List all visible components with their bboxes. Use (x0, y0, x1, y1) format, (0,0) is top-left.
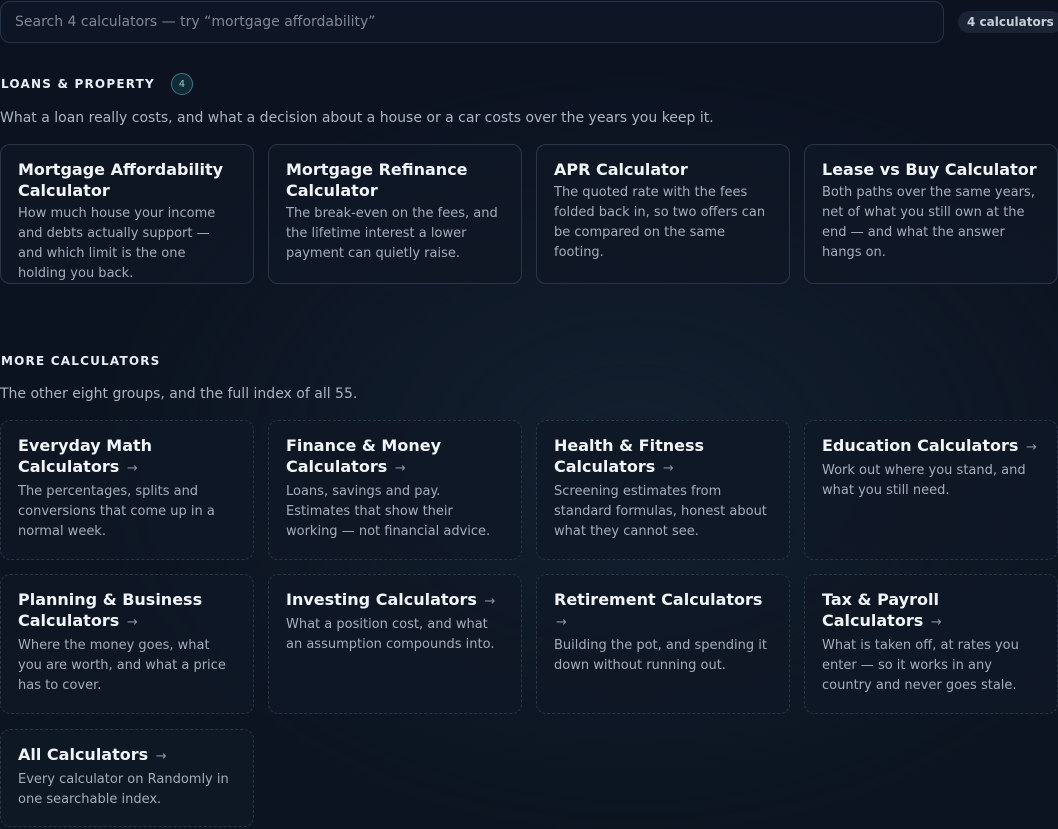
card-title-text: All Calculators (18, 745, 149, 764)
arrow-right-icon: → (930, 615, 942, 630)
card-everyday-math[interactable]: Everyday Math Calculators → The percenta… (0, 420, 254, 560)
card-title-text: Planning & Business Calculators (18, 590, 203, 630)
card-description: Every calculator on Randomly in one sear… (18, 772, 229, 807)
card-title-text: Tax & Payroll Calculators (822, 590, 939, 630)
card-title-text: Retirement Calculators (554, 590, 763, 609)
card-title-text: Education Calculators (822, 436, 1019, 455)
arrow-right-icon: → (556, 615, 567, 630)
card-description: What is taken off, at rates you enter — … (822, 638, 1019, 693)
arrow-right-icon: → (126, 461, 138, 476)
search-input[interactable] (1, 2, 943, 42)
card-title: Investing Calculators → (286, 589, 504, 612)
loans-section-title: LOANS & PROPERTY (1, 77, 155, 91)
result-count-badge: 4 calculators (958, 11, 1058, 33)
arrow-right-icon: → (126, 615, 138, 630)
card-title: APR Calculator (554, 160, 688, 179)
card-title: Tax & Payroll Calculators → (822, 589, 1040, 633)
card-planning-business[interactable]: Planning & Business Calculators → Where … (0, 574, 254, 714)
card-title: Mortgage Affordability Calculator (18, 160, 224, 200)
card-description: Building the pot, and spending it down w… (554, 638, 767, 673)
card-title: All Calculators → (18, 744, 236, 767)
card-description: The quoted rate with the fees folded bac… (554, 185, 766, 260)
more-section-title: MORE CALCULATORS (1, 354, 161, 368)
card-tax-payroll[interactable]: Tax & Payroll Calculators → What is take… (804, 574, 1058, 714)
loans-section-description: What a loan really costs, and what a dec… (0, 110, 714, 126)
card-description: How much house your income and debts act… (18, 206, 216, 281)
arrow-right-icon: → (155, 749, 167, 764)
search-box[interactable] (0, 1, 944, 43)
card-all-calculators[interactable]: All Calculators → Every calculator on Ra… (0, 729, 254, 827)
card-health-fitness[interactable]: Health & Fitness Calculators → Screening… (536, 420, 790, 560)
card-title: Education Calculators → (822, 435, 1040, 458)
card-description: Loans, savings and pay. Estimates that s… (286, 484, 491, 539)
card-investing[interactable]: Investing Calculators → What a position … (268, 574, 522, 714)
card-title: Lease vs Buy Calculator (822, 160, 1037, 179)
card-description: Where the money goes, what you are worth… (18, 638, 226, 693)
card-title: Planning & Business Calculators → (18, 589, 236, 633)
arrow-right-icon: → (394, 461, 406, 476)
card-mortgage-refinance[interactable]: Mortgage Refinance Calculator The break-… (268, 144, 522, 284)
card-description: The percentages, splits and conversions … (18, 484, 215, 539)
loans-count-badge: 4 (170, 73, 193, 95)
card-title: Mortgage Refinance Calculator (286, 160, 468, 200)
arrow-right-icon: → (1025, 440, 1037, 455)
card-title-text: Health & Fitness Calculators (554, 436, 705, 476)
card-description: Screening estimates from standard formul… (554, 484, 767, 539)
card-title: Everyday Math Calculators → (18, 435, 236, 479)
more-section-header: MORE CALCULATORS (1, 354, 161, 368)
more-section-description: The other eight groups, and the full ind… (0, 386, 358, 402)
card-description: Work out where you stand, and what you s… (822, 463, 1026, 498)
card-mortgage-affordability[interactable]: Mortgage Affordability Calculator How mu… (0, 144, 254, 284)
card-description: Both paths over the same years, net of w… (822, 185, 1035, 260)
card-finance-money[interactable]: Finance & Money Calculators → Loans, sav… (268, 420, 522, 560)
arrow-right-icon: → (484, 594, 496, 609)
card-title: Retirement Calculators → (554, 589, 772, 633)
card-description: What a position cost, and what an assump… (286, 617, 495, 652)
card-lease-vs-buy[interactable]: Lease vs Buy Calculator Both paths over … (804, 144, 1058, 284)
loans-section-header: LOANS & PROPERTY 4 (1, 73, 193, 95)
card-title: Finance & Money Calculators → (286, 435, 504, 479)
card-education[interactable]: Education Calculators → Work out where y… (804, 420, 1058, 560)
card-apr[interactable]: APR Calculator The quoted rate with the … (536, 144, 790, 284)
arrow-right-icon: → (662, 461, 674, 476)
card-title-text: Investing Calculators (286, 590, 477, 609)
card-title-text: Finance & Money Calculators (286, 436, 442, 476)
card-title: Health & Fitness Calculators → (554, 435, 772, 479)
card-description: The break-even on the fees, and the life… (286, 206, 498, 261)
card-retirement[interactable]: Retirement Calculators → Building the po… (536, 574, 790, 714)
search-row: 4 calculators (0, 1, 1058, 45)
